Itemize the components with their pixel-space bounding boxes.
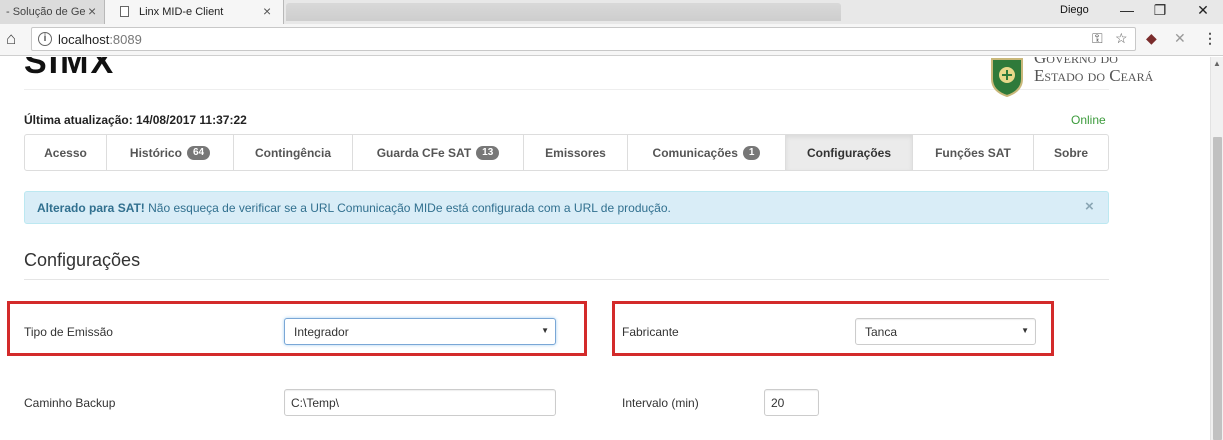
status-indicator: Online	[1071, 113, 1106, 127]
count-badge: 64	[186, 145, 211, 160]
alert-body: Não esqueça de verificar se a URL Comuni…	[144, 201, 671, 215]
tipo-emissao-select[interactable]: Integrador ▼	[284, 318, 556, 345]
fabricante-select[interactable]: Tanca ▼	[855, 318, 1036, 345]
page-scrollbar[interactable]: ▲	[1210, 57, 1223, 440]
ceara-crest-icon	[991, 58, 1023, 97]
extension-x-icon[interactable]: ✕	[1174, 30, 1186, 47]
tab-emissores[interactable]: Emissores	[524, 135, 628, 170]
close-icon[interactable]: ×	[263, 0, 271, 22]
last-update-text: Última atualização: 14/08/2017 11:37:22	[24, 113, 247, 127]
browser-tab-strip: - Solução de Ge × Linx MID-e Client × Di…	[0, 0, 1223, 24]
browser-tab-title: - Solução de Ge	[6, 6, 86, 18]
minimize-button[interactable]: —	[1112, 0, 1142, 22]
star-icon[interactable]: ☆	[1115, 30, 1128, 47]
alert-message: Alterado para SAT! Não esqueça de verifi…	[37, 201, 671, 215]
caret-down-icon: ▼	[541, 326, 549, 335]
header-divider	[24, 89, 1109, 90]
home-icon[interactable]: ⌂	[6, 29, 16, 49]
tab-label: Funções SAT	[935, 145, 1011, 160]
tab-comunicacoes[interactable]: Comunicações 1	[628, 135, 786, 170]
gov-line2: Estado do Ceará	[1034, 66, 1154, 85]
tipo-emissao-label: Tipo de Emissão	[24, 325, 113, 339]
tab-label: Sobre	[1053, 145, 1088, 160]
tab-sobre[interactable]: Sobre	[1034, 135, 1108, 170]
caminho-backup-label: Caminho Backup	[24, 396, 116, 410]
caminho-backup-input[interactable]: C:\Temp\	[284, 389, 556, 416]
intervalo-input[interactable]: 20	[764, 389, 819, 416]
tab-historico[interactable]: Histórico 64	[107, 135, 234, 170]
info-alert: Alterado para SAT! Não esqueça de verifi…	[24, 191, 1109, 224]
menu-icon[interactable]: ⋮	[1203, 30, 1217, 47]
window-close-button[interactable]: ✕	[1188, 0, 1218, 22]
scroll-up-icon[interactable]: ▲	[1213, 59, 1221, 68]
info-icon[interactable]: i	[38, 32, 52, 46]
browser-profile-name[interactable]: Diego	[1060, 4, 1089, 16]
key-icon[interactable]: ⚿	[1092, 30, 1103, 47]
count-badge: 1	[742, 145, 761, 160]
select-value: Integrador	[294, 325, 349, 339]
extension-icon[interactable]: ◆	[1146, 30, 1157, 47]
fabricante-label: Fabricante	[622, 325, 679, 339]
browser-toolbar: ⌂ i localhost:8089 ⚿ ☆ ◆ ✕ ⋮	[0, 24, 1223, 56]
page-icon	[120, 6, 129, 17]
caret-down-icon: ▼	[1021, 326, 1029, 335]
government-name: Governo do Estado do Ceará	[1034, 57, 1153, 85]
redacted-tabs	[286, 3, 841, 21]
tab-label: Histórico	[129, 145, 182, 160]
tab-label: Acesso	[44, 145, 87, 160]
government-logo: Governo do Estado do Ceará	[986, 57, 1176, 99]
input-value: 20	[771, 396, 785, 410]
app-logo: SIMX	[24, 57, 116, 81]
tab-label: Configurações	[806, 145, 891, 160]
tab-label: Guarda CFe SAT	[376, 145, 472, 160]
tab-label: Comunicações	[652, 145, 738, 160]
browser-tab-solucao[interactable]: - Solução de Ge ×	[0, 0, 110, 24]
page-content: SIMX Governo do Estado do Ceará Última a…	[0, 57, 1210, 440]
browser-tab-linx[interactable]: Linx MID-e Client ×	[104, 0, 284, 24]
address-bar[interactable]: i localhost:8089 ⚿ ☆	[31, 27, 1136, 51]
scroll-thumb[interactable]	[1213, 137, 1222, 440]
alert-strong: Alterado para SAT!	[37, 201, 145, 215]
input-value: C:\Temp\	[291, 396, 340, 410]
intervalo-label: Intervalo (min)	[622, 396, 699, 410]
tab-contingencia[interactable]: Contingência	[234, 135, 353, 170]
section-divider	[24, 279, 1109, 280]
url-port: :8089	[109, 32, 142, 47]
main-nav-tabs: Acesso Histórico 64 Contingência Guarda C…	[24, 134, 1109, 171]
select-value: Tanca	[865, 325, 898, 339]
browser-tab-title: Linx MID-e Client	[139, 6, 224, 18]
count-badge: 13	[476, 145, 500, 160]
tab-label: Emissores	[545, 145, 606, 160]
tab-acesso[interactable]: Acesso	[25, 135, 107, 170]
alert-close-icon[interactable]: ×	[1085, 198, 1094, 215]
tab-configuracoes[interactable]: Configurações	[786, 135, 913, 170]
tab-label: Contingência	[254, 145, 331, 160]
tab-funcoes-sat[interactable]: Funções SAT	[913, 135, 1034, 170]
url-text: localhost:8089	[58, 32, 142, 47]
restore-button[interactable]: ❐	[1145, 0, 1175, 22]
close-icon[interactable]: ×	[88, 0, 96, 22]
tab-guarda-cfe-sat[interactable]: Guarda CFe SAT 13	[353, 135, 524, 170]
url-host: localhost	[58, 32, 110, 47]
section-title: Configurações	[24, 250, 141, 270]
